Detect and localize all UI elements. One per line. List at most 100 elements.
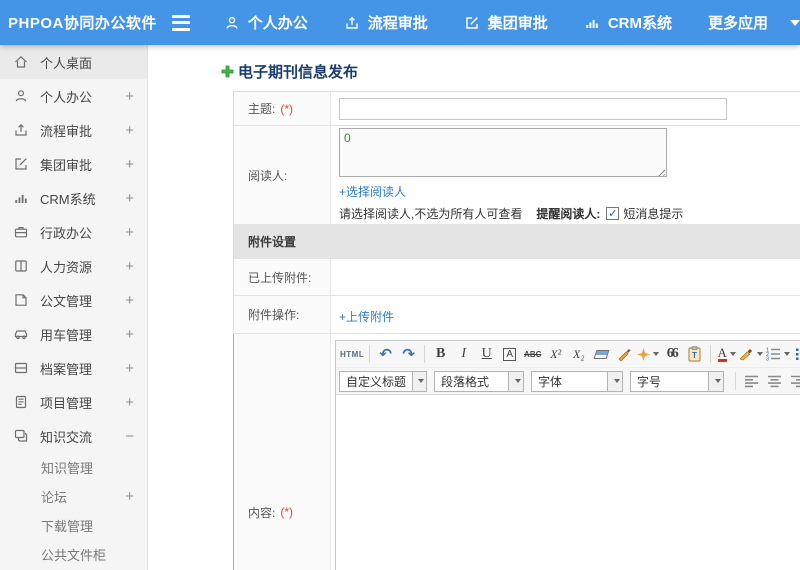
sidebar-subitem-forum[interactable]: 论坛 +: [0, 482, 147, 511]
nav-item-more-apps[interactable]: 更多应用: [708, 12, 768, 33]
page-title: 电子期刊信息发布: [238, 63, 359, 81]
uploaded-label: 已上传附件:: [234, 259, 331, 295]
subject-label: 主题: (*): [234, 92, 331, 125]
readers-textarea[interactable]: 0: [339, 128, 667, 177]
nav-item-label: 流程审批: [367, 15, 428, 32]
person-icon: [13, 88, 29, 104]
attachment-op-row: 附件操作: +上传附件: [234, 296, 800, 334]
nav-item-process-approval[interactable]: 流程审批: [344, 12, 428, 33]
nav-item-group-approval[interactable]: 集团审批: [464, 12, 548, 33]
publish-form: 主题: (*) 阅读人: 0 +选择阅读人 请选择阅读人,不选为所有人可查看 提…: [233, 91, 800, 570]
sms-checkbox[interactable]: ✓: [606, 207, 620, 220]
subscript-button[interactable]: X₂: [568, 344, 589, 365]
caret-down-icon: [412, 371, 426, 391]
sidebar-item-archives[interactable]: 档案管理 +: [0, 351, 147, 385]
readers-label: 阅读人:: [234, 126, 331, 224]
archive-icon: [13, 360, 29, 376]
strikethrough-button[interactable]: ABC: [522, 344, 543, 365]
sidebar-item-knowledge[interactable]: 知识交流 −: [0, 419, 147, 453]
main-nav: 个人办公 流程审批 集团审批 CRM系统 更多应用: [224, 12, 800, 33]
page-title-row: 电子期刊信息发布: [221, 61, 800, 81]
uploaded-row: 已上传附件:: [234, 259, 800, 296]
ordered-list-icon[interactable]: 123: [765, 344, 791, 365]
align-center-icon[interactable]: [764, 371, 785, 392]
readers-row: 阅读人: 0 +选择阅读人 请选择阅读人,不选为所有人可查看 提醒阅读人: ✓ …: [234, 126, 800, 225]
font-size-select[interactable]: 字号: [630, 370, 724, 392]
expand-plus-icon[interactable]: +: [125, 292, 134, 309]
attachments-section-header: 附件设置: [234, 225, 800, 259]
char-border-button[interactable]: A: [499, 344, 520, 365]
paste-text-icon[interactable]: T: [684, 344, 705, 365]
process-icon: [346, 16, 358, 29]
highlight-color-icon[interactable]: [739, 344, 764, 365]
expand-plus-icon[interactable]: +: [125, 156, 134, 173]
expand-plus-icon[interactable]: +: [125, 88, 134, 105]
format-clear-icon[interactable]: [591, 344, 612, 365]
subject-input[interactable]: [339, 97, 727, 120]
sidebar-item-crm[interactable]: CRM系统 +: [0, 181, 147, 215]
nav-item-personal-office[interactable]: 个人办公: [224, 12, 308, 33]
sidebar-item-admin-office[interactable]: 行政办公 +: [0, 215, 147, 249]
sidebar-item-process-approval[interactable]: 流程审批 +: [0, 113, 147, 147]
align-left-icon[interactable]: [741, 371, 762, 392]
sidebar-item-projects[interactable]: 项目管理 +: [0, 385, 147, 419]
blockquote-button[interactable]: 66: [661, 344, 682, 365]
caret-down-icon: [708, 371, 723, 391]
sidebar-item-group-approval[interactable]: 集团审批 +: [0, 147, 147, 181]
superscript-button[interactable]: X²: [545, 344, 566, 365]
expand-plus-icon[interactable]: +: [125, 394, 134, 411]
align-right-icon[interactable]: [787, 371, 800, 392]
font-family-select[interactable]: 字体: [531, 370, 623, 392]
sidebar-item-official-docs[interactable]: 公文管理 +: [0, 283, 147, 317]
nav-item-label: 更多应用: [707, 15, 768, 32]
heading-select[interactable]: 自定义标题: [339, 370, 427, 392]
format-painter-icon[interactable]: [614, 344, 635, 365]
sidebar-item-hr[interactable]: 人力资源 +: [0, 249, 147, 283]
underline-button[interactable]: U: [476, 344, 497, 365]
nav-item-label: 个人办公: [247, 15, 308, 32]
car-icon: [13, 326, 29, 342]
rich-text-editor: HTML ↶ ↷ B I U A ABC X² X₂ 66 T A 1 2 3 …: [335, 340, 800, 570]
home-icon: [13, 54, 29, 70]
redo-icon[interactable]: ↷: [398, 344, 419, 365]
font-color-button[interactable]: A: [716, 344, 737, 365]
expand-plus-icon[interactable]: +: [125, 122, 134, 139]
readers-hint-text: 请选择阅读人,不选为所有人可查看: [339, 207, 523, 221]
menu-toggle-icon[interactable]: [172, 14, 190, 31]
undo-icon[interactable]: ↶: [375, 344, 396, 365]
sidebar-subitem-downloads[interactable]: 下载管理: [0, 511, 147, 540]
select-readers-link[interactable]: +选择阅读人: [339, 183, 406, 200]
chart-icon: [586, 19, 598, 28]
upload-attachment-link[interactable]: +上传附件: [339, 308, 394, 325]
sidebar-subitem-knowledge-mgmt[interactable]: 知识管理: [0, 453, 147, 482]
top-navbar: PHPOA协同办公软件 个人办公 流程审批 集团审批 CRM系统 更多应用: [0, 0, 800, 45]
expand-plus-icon[interactable]: +: [125, 360, 134, 377]
sidebar-subitem-public-cabinet[interactable]: 公共文件柜: [0, 540, 147, 569]
content-label: 内容: (*): [234, 334, 331, 570]
sidebar-item-personal-office[interactable]: 个人办公 +: [0, 79, 147, 113]
expand-plus-icon[interactable]: +: [125, 488, 134, 505]
unordered-list-icon[interactable]: [792, 344, 800, 365]
readers-hint-row: 请选择阅读人,不选为所有人可查看 提醒阅读人: ✓ 短消息提示: [339, 205, 800, 222]
svg-text:3: 3: [766, 357, 769, 362]
nav-item-crm[interactable]: CRM系统: [584, 12, 672, 33]
briefcase-icon: [13, 224, 29, 240]
sidebar-item-vehicle[interactable]: 用车管理 +: [0, 317, 147, 351]
expand-plus-icon[interactable]: +: [125, 258, 134, 275]
italic-button[interactable]: I: [453, 344, 474, 365]
expand-plus-icon[interactable]: +: [125, 190, 134, 207]
expand-plus-icon[interactable]: +: [125, 224, 134, 241]
caret-down-icon[interactable]: [790, 19, 800, 26]
paragraph-format-select[interactable]: 段落格式: [434, 370, 524, 392]
expand-plus-icon[interactable]: +: [125, 326, 134, 343]
add-icon: [221, 65, 234, 77]
required-mark: (*): [280, 101, 294, 116]
editor-content[interactable]: [336, 395, 800, 570]
attachment-op-label: 附件操作:: [234, 296, 331, 333]
editor-toolbar-row1: HTML ↶ ↷ B I U A ABC X² X₂ 66 T A 1 2 3: [336, 341, 800, 368]
bold-button[interactable]: B: [430, 344, 451, 365]
sidebar-item-desktop[interactable]: 个人桌面: [0, 45, 147, 79]
source-code-button[interactable]: HTML: [340, 344, 364, 365]
auto-typeset-icon[interactable]: [637, 344, 660, 365]
collapse-minus-icon[interactable]: −: [125, 428, 134, 445]
